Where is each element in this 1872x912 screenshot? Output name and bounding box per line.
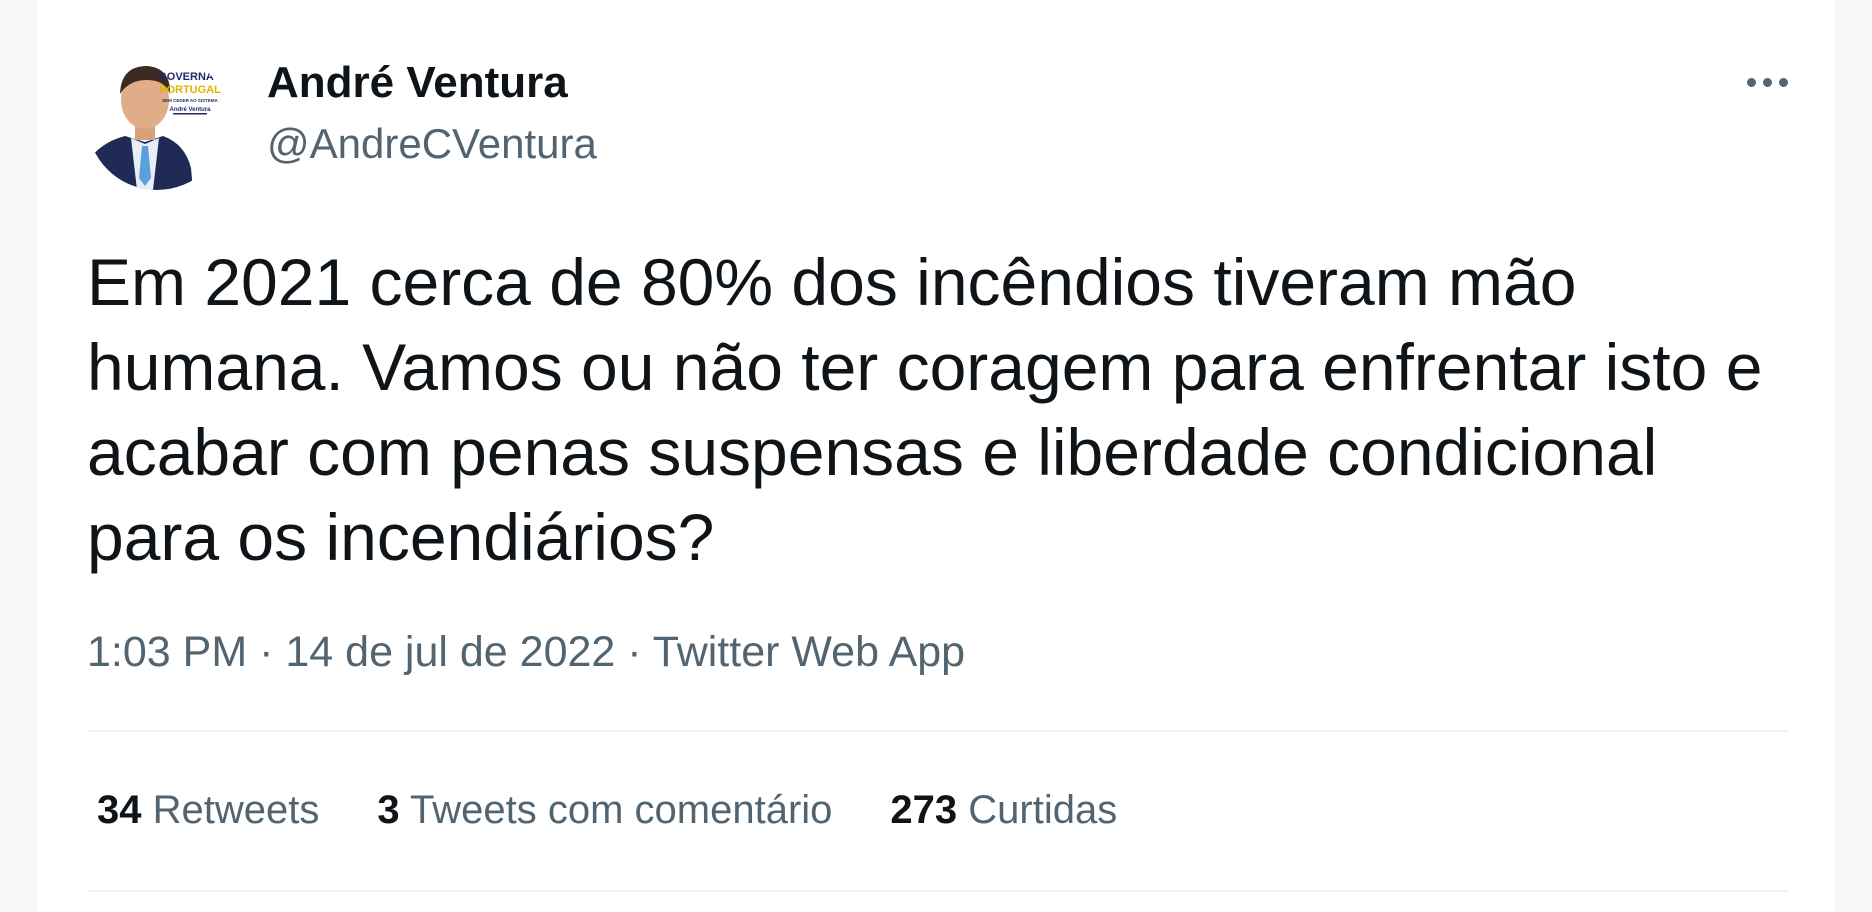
tweet-source-link[interactable]: Twitter Web App <box>653 628 965 676</box>
quote-tweets-count: 3 <box>377 788 400 832</box>
avatar-image: GOVERNAR PORTUGAL SEM CEDER AO SISTEMA A… <box>87 50 227 190</box>
author-handle[interactable]: @AndreCVentura <box>267 120 597 168</box>
retweets-count: 34 <box>97 788 142 832</box>
tweet-text: Em 2021 cerca de 80% dos incêndios tiver… <box>87 245 1763 574</box>
divider <box>87 890 1787 892</box>
tweet-meta: 1:03 PM · 14 de jul de 2022 · Twitter We… <box>87 628 965 677</box>
more-dot <box>1762 77 1772 87</box>
tweet-time-link[interactable]: 1:03 PM · 14 de jul de 2022 <box>87 628 615 676</box>
retweets-stat[interactable]: 34 Retweets <box>97 788 319 833</box>
tweet-time: 1:03 PM <box>87 628 248 676</box>
meta-separator: · <box>259 628 274 676</box>
logo-line-4: André Ventura <box>169 107 211 113</box>
likes-label: Curtidas <box>968 788 1118 832</box>
tweet-card: GOVERNAR PORTUGAL SEM CEDER AO SISTEMA A… <box>36 0 1836 912</box>
tweet-stats: 34 Retweets 3 Tweets com comentário 273 … <box>97 788 1117 833</box>
quote-tweets-stat[interactable]: 3 Tweets com comentário <box>377 788 832 833</box>
avatar[interactable]: GOVERNAR PORTUGAL SEM CEDER AO SISTEMA A… <box>87 50 227 190</box>
author-name[interactable]: André Ventura <box>267 58 568 108</box>
more-dot <box>1778 77 1788 87</box>
more-horizontal-icon[interactable] <box>1727 62 1807 102</box>
quote-tweets-label: Tweets com comentário <box>410 788 833 832</box>
retweets-label: Retweets <box>152 788 320 832</box>
tweet-date: 14 de jul de 2022 <box>285 628 616 676</box>
divider <box>87 730 1787 732</box>
likes-stat[interactable]: 273 Curtidas <box>890 788 1117 833</box>
more-dot <box>1746 77 1756 87</box>
logo-line-1: GOVERNAR <box>158 71 222 83</box>
logo-line-3: SEM CEDER AO SISTEMA <box>162 98 219 103</box>
likes-count: 273 <box>890 788 958 832</box>
logo-line-2: PORTUGAL <box>159 84 221 96</box>
meta-separator: · <box>627 628 642 676</box>
